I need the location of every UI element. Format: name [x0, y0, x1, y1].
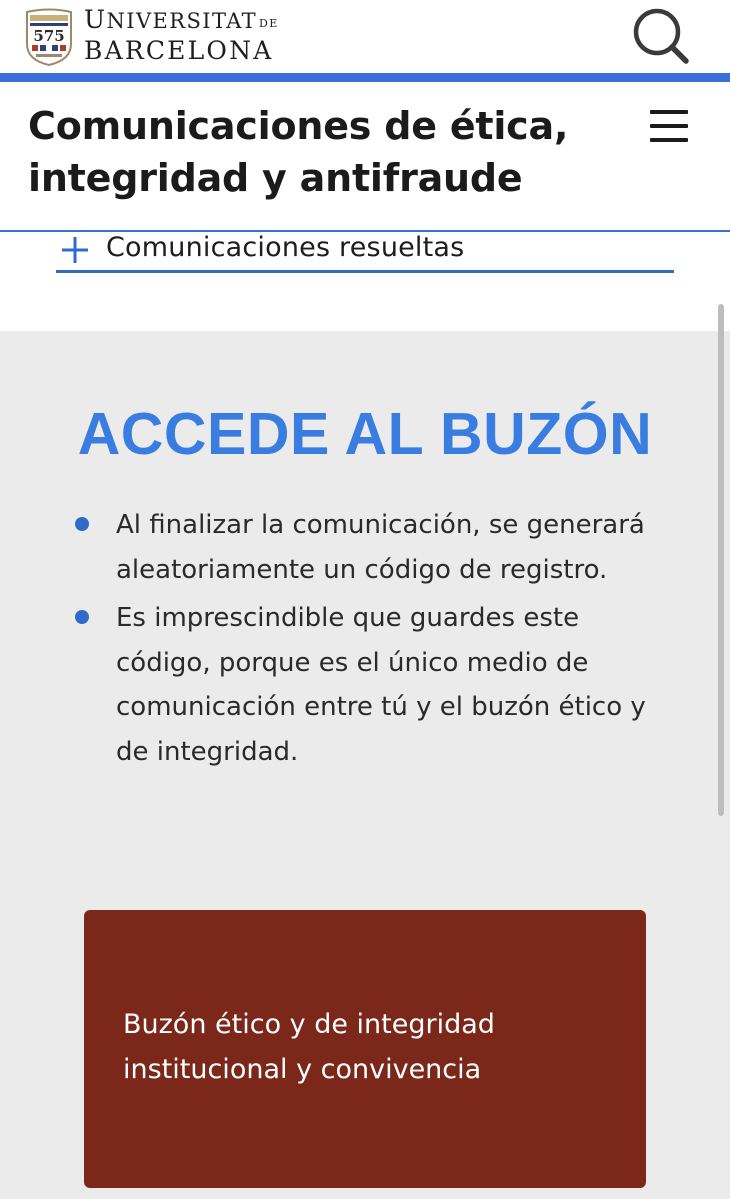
mailbox-access-section: ACCEDE AL BUZÓN Al finalizar la comunica… [0, 331, 730, 1199]
mailbox-link-card[interactable]: Buzón ético y de integridad instituciona… [84, 910, 646, 1188]
university-wordmark[interactable]: UNIVERSITAT DE BARCELONA [84, 6, 279, 64]
accordion-label: Comunicaciones resueltas [106, 232, 465, 263]
menu-line [650, 138, 688, 142]
menu-line [650, 124, 688, 128]
page-title-bar: Comunicaciones de ética, integridad y an… [0, 82, 730, 232]
site-header: 575 UNIVERSITAT DE BARCELONA [0, 0, 730, 74]
wordmark-rest: NIVERSITAT [106, 9, 258, 33]
bullet-icon [75, 610, 89, 624]
bullet-icon [75, 517, 89, 531]
section-heading: ACCEDE AL BUZÓN [77, 401, 653, 467]
bullet-text: Es imprescindible que guardes este códig… [116, 603, 646, 767]
menu-line [650, 110, 688, 114]
mailbox-link-label: Buzón ético y de integridad instituciona… [123, 1009, 495, 1085]
university-logo[interactable]: 575 [24, 8, 74, 67]
page-title: Comunicaciones de ética, integridad y an… [28, 104, 569, 200]
logo-number: 575 [33, 27, 64, 45]
hamburger-menu-button[interactable] [646, 106, 692, 146]
page-scrollbar[interactable] [718, 304, 724, 816]
wordmark-city: BARCELONA [84, 36, 274, 65]
wordmark-initial: U [84, 5, 107, 34]
accordion-comunicaciones-resueltas[interactable]: Comunicaciones resueltas [56, 232, 674, 273]
search-button[interactable] [630, 6, 692, 66]
search-icon [633, 8, 689, 64]
list-item: Al finalizar la comunicación, se generar… [0, 503, 730, 592]
wordmark-suffix: DE [259, 17, 279, 30]
header-accent-rule [0, 73, 730, 82]
info-bullet-list: Al finalizar la comunicación, se generar… [0, 503, 730, 778]
list-item: Es imprescindible que guardes este códig… [0, 596, 730, 774]
bullet-text: Al finalizar la comunicación, se generar… [116, 510, 645, 585]
plus-icon [62, 237, 88, 263]
